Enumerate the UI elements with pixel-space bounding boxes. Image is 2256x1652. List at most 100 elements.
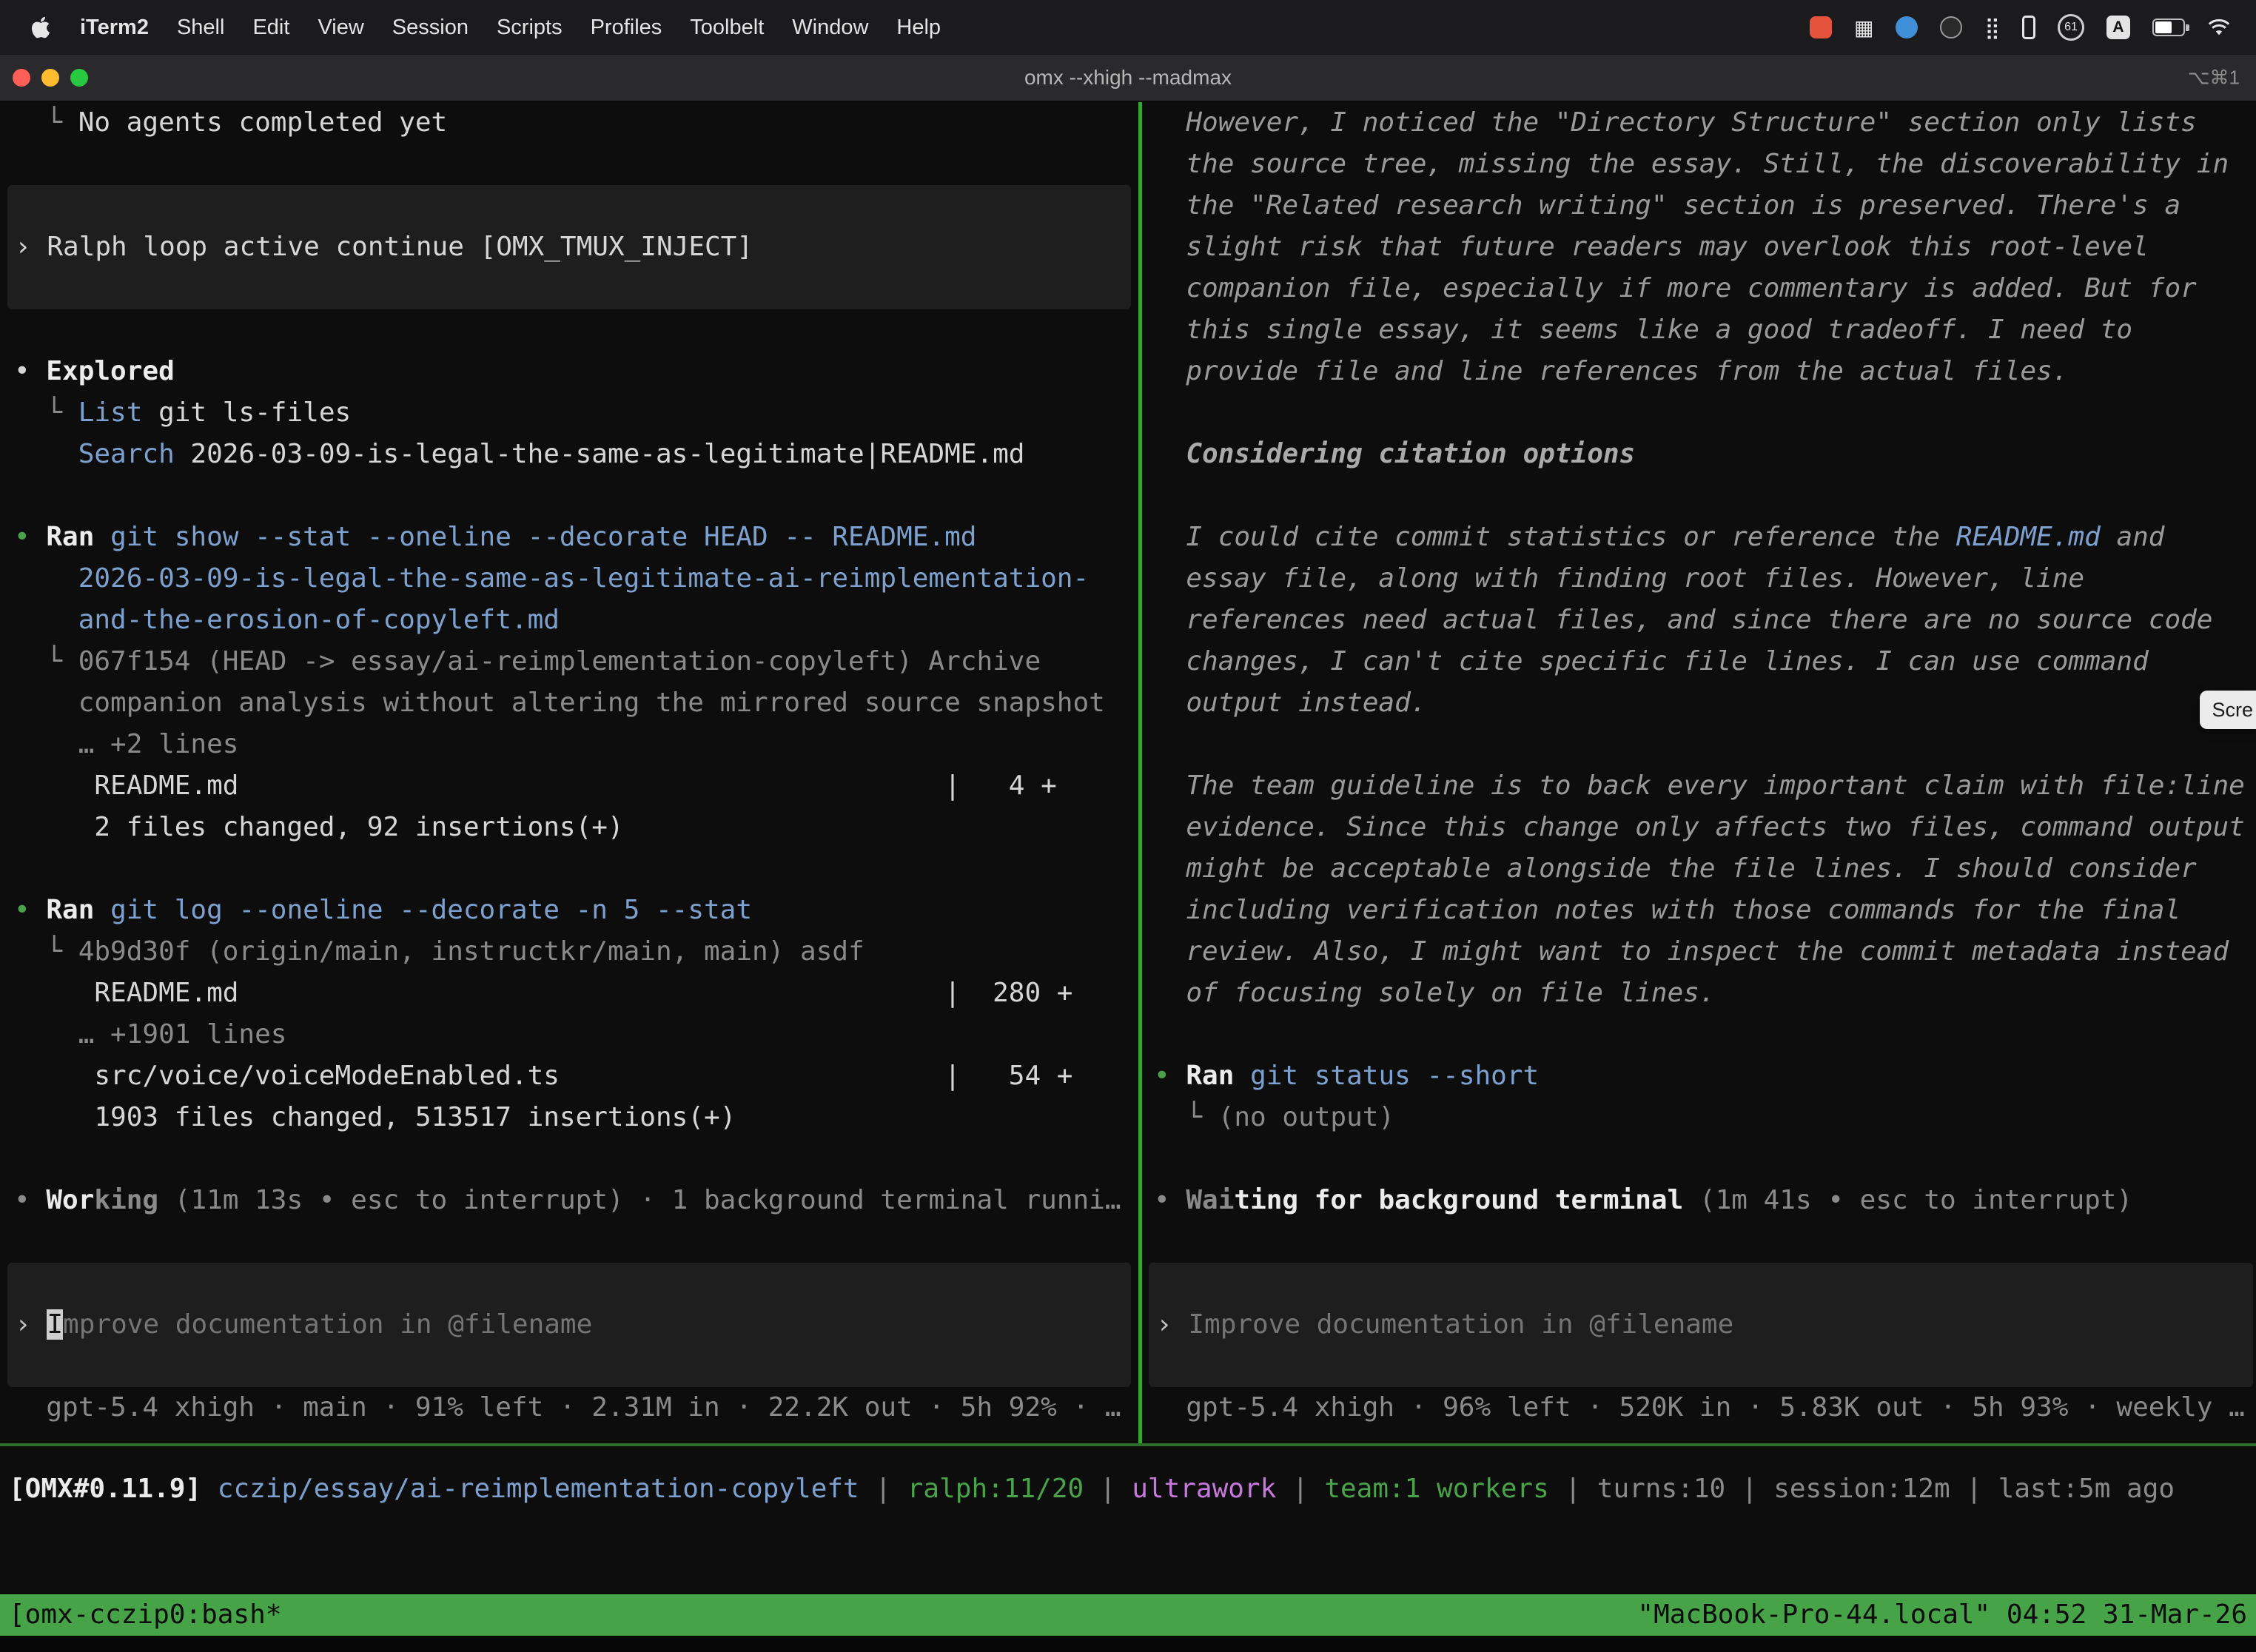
menu-view[interactable]: View [318, 16, 363, 40]
right-terminal-pane[interactable]: However, I noticed the "Directory Struct… [1143, 102, 2256, 1443]
text-segment: provide file and line references from th… [1154, 356, 2068, 386]
terminal-line [1143, 1221, 2256, 1263]
terminal-line: Search 2026-03-09-is-legal-the-same-as-l… [0, 434, 1138, 475]
terminal-line: this single essay, it seems like a good … [1143, 309, 2256, 351]
text-segment: • [14, 356, 46, 386]
terminal-line [0, 1221, 1138, 1263]
text-segment: | [859, 1474, 907, 1504]
terminal-line [0, 848, 1138, 890]
text-segment [14, 439, 78, 469]
terminal-line: including verification notes with those … [1143, 890, 2256, 931]
terminal-line [0, 1138, 1138, 1180]
terminal-line [1143, 724, 2256, 765]
left-terminal-pane[interactable]: └ No agents completed yet › Ralph loop a… [0, 102, 1138, 1443]
text-segment: git log --oneline --decorate -n 5 --stat [110, 895, 752, 925]
terminal-line: • Working (11m 13s • esc to interrupt) ·… [0, 1180, 1138, 1221]
text-segment: README.md [1956, 522, 2101, 552]
battery-icon[interactable] [2152, 19, 2185, 36]
blue-app-icon[interactable] [1896, 16, 1918, 38]
text-segment: • [1154, 1185, 1186, 1215]
text-segment: └ (no output) [1154, 1102, 1394, 1132]
input-source-label: A [2112, 19, 2124, 36]
input-source-icon[interactable]: A [2106, 16, 2130, 39]
text-segment: 4b9d30f (origin/main, instructkr/main, m… [78, 936, 865, 967]
text-segment: 2026-03-09-is-legal-the-same-as-legitima… [14, 563, 1089, 594]
terminal-line: I could cite commit statistics or refere… [1143, 517, 2256, 558]
left-pane-lines: └ No agents completed yet › Ralph loop a… [0, 102, 1138, 1428]
terminal-line: 2 files changed, 92 insertions(+) [0, 807, 1138, 848]
battery-gauge-icon[interactable]: 61 [2058, 14, 2084, 41]
text-segment: gpt-5.4 xhigh · main · 91% left · 2.31M … [14, 1392, 1121, 1423]
wifi-icon[interactable] [2207, 18, 2231, 37]
terminal-line: └ List git ls-files [0, 392, 1138, 434]
terminal-line: › Improve documentation in @filename [7, 1304, 1131, 1346]
menu-edit[interactable]: Edit [252, 16, 289, 40]
menu-shell[interactable]: Shell [177, 16, 225, 40]
text-segment: Wai [1186, 1185, 1234, 1215]
text-segment: › [15, 232, 47, 262]
omx-status-line: [OMX#0.11.9] cczip/essay/ai-reimplementa… [0, 1468, 2256, 1510]
text-segment: 2 files changed, 92 insertions(+) [14, 812, 624, 842]
text-segment: git status --short [1250, 1061, 1539, 1091]
text-segment: • [14, 895, 46, 925]
menu-profiles[interactable]: Profiles [591, 16, 662, 40]
terminal-line: gpt-5.4 xhigh · 96% left · 520K in · 5.8… [1143, 1387, 2256, 1428]
battery-fill [2155, 21, 2172, 33]
terminal-line [0, 144, 1138, 185]
menu-scripts[interactable]: Scripts [497, 16, 563, 40]
terminal-line: changes, I can't cite specific file line… [1143, 641, 2256, 682]
menu-toolbelt[interactable]: Toolbelt [690, 16, 764, 40]
text-segment: 067f154 (HEAD -> essay/ai-reimplementati… [78, 646, 1041, 676]
terminal-line: • Ran git status --short [1143, 1055, 2256, 1097]
text-segment: king [94, 1185, 158, 1215]
text-segment: team:1 workers [1324, 1474, 1548, 1504]
text-segment: ralph:11/20 [907, 1474, 1084, 1504]
dark-app-icon[interactable] [1940, 16, 1962, 38]
prompt-input[interactable]: › Improve documentation in @filename [1149, 1263, 2253, 1387]
window-titlebar[interactable]: omx --xhigh --madmax ⌥⌘1 [0, 55, 2256, 102]
text-segment: └ [14, 397, 78, 428]
terminal-line: 1903 files changed, 513517 insertions(+) [0, 1097, 1138, 1138]
text-segment: 2026-03-09-is-legal-the-same-as-legitima… [175, 439, 1025, 469]
text-segment: I [47, 1309, 63, 1340]
menu-session[interactable]: Session [392, 16, 469, 40]
terminal-line: references need actual files, and since … [1143, 600, 2256, 641]
apple-menu-icon[interactable] [30, 16, 52, 38]
terminal-line: └ (no output) [1143, 1097, 2256, 1138]
text-segment: The team guideline is to back every impo… [1154, 770, 2245, 801]
terminal-line: companion file, especially if more comme… [1143, 268, 2256, 309]
terminal-line: However, I noticed the "Directory Struct… [1143, 102, 2256, 144]
text-segment: › [1156, 1309, 1188, 1340]
terminal-line: › Improve documentation in @filename [1149, 1304, 2253, 1346]
menu-help[interactable]: Help [896, 16, 941, 40]
terminal-line: gpt-5.4 xhigh · main · 91% left · 2.31M … [0, 1387, 1138, 1428]
text-segment: the "Related research writing" section i… [1154, 190, 2181, 221]
terminal-line: • Ran git show --stat --oneline --decora… [0, 517, 1138, 558]
terminal-area: └ No agents completed yet › Ralph loop a… [0, 102, 2256, 1443]
terminal-line: 2026-03-09-is-legal-the-same-as-legitima… [0, 558, 1138, 600]
phone-icon[interactable] [2022, 16, 2035, 39]
tmux-session-window[interactable]: [omx-cczip0:bash* [9, 1594, 281, 1636]
text-segment: Wor [46, 1185, 94, 1215]
menu-window[interactable]: Window [792, 16, 868, 40]
text-segment: Ran [1186, 1061, 1250, 1091]
screen-recording-indicator[interactable] [1810, 16, 1832, 38]
prompt-input[interactable]: › Improve documentation in @filename [7, 1263, 1131, 1387]
omx-status-pane: [OMX#0.11.9] cczip/essay/ai-reimplementa… [0, 1446, 2256, 1593]
text-segment: git show --stat --oneline --decorate HEA… [110, 522, 976, 552]
text-segment: Explored [46, 356, 174, 386]
terminal-line: of focusing solely on file lines. [1143, 973, 2256, 1014]
terminal-line: └ 4b9d30f (origin/main, instructkr/main,… [0, 931, 1138, 973]
terminal-line: might be acceptable alongside the file l… [1143, 848, 2256, 890]
terminal-line: essay file, along with finding root file… [1143, 558, 2256, 600]
ralph-inject-banner: › Ralph loop active continue [OMX_TMUX_I… [7, 185, 1131, 309]
text-segment: README.md | 4 + [14, 770, 1057, 801]
menu-iterm2[interactable]: iTerm2 [80, 16, 149, 40]
dots-grid-icon[interactable]: ⣿ [1984, 16, 2000, 40]
keyboard-grid-icon[interactable]: ▦ [1854, 16, 1873, 40]
text-segment: the source tree, missing the essay. Stil… [1154, 149, 2229, 179]
text-segment: | [1725, 1474, 1773, 1504]
text-segment: ultrawork [1132, 1474, 1276, 1504]
pane-divider[interactable] [1138, 102, 1142, 1443]
terminal-line: Considering citation options [1143, 434, 2256, 475]
